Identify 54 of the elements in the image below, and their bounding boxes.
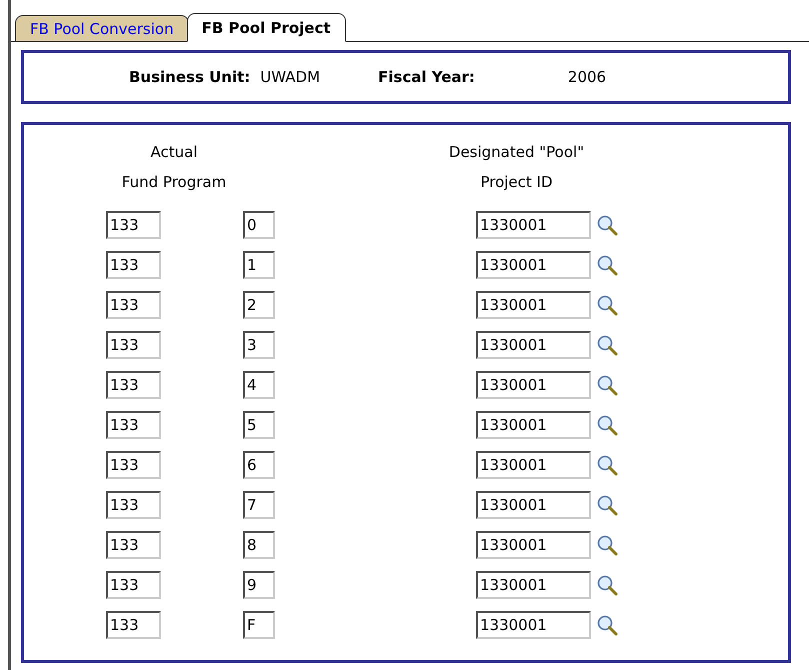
- fund-field[interactable]: 133: [106, 571, 161, 599]
- fund-field[interactable]: 133: [106, 211, 161, 239]
- column-heading: Actual: [150, 143, 198, 161]
- project-id-field[interactable]: 1330001: [476, 571, 591, 599]
- search-icon[interactable]: [595, 333, 619, 357]
- search-icon[interactable]: [595, 253, 619, 277]
- program-field[interactable]: 4: [243, 371, 275, 399]
- program-field[interactable]: 8: [243, 531, 275, 559]
- fund-field[interactable]: 133: [106, 491, 161, 519]
- fund-field[interactable]: 133: [106, 611, 161, 639]
- project-id-field[interactable]: 1330001: [476, 251, 591, 279]
- search-icon[interactable]: [595, 613, 619, 637]
- field-label: Fiscal Year:: [378, 68, 475, 86]
- fund-field[interactable]: 133: [106, 411, 161, 439]
- fund-field[interactable]: 133: [106, 531, 161, 559]
- column-heading: Project ID: [479, 173, 554, 191]
- project-id-field[interactable]: 1330001: [476, 451, 591, 479]
- project-id-field[interactable]: 1330001: [476, 291, 591, 319]
- field-value: UWADM: [260, 68, 320, 86]
- fund-field[interactable]: 133: [106, 371, 161, 399]
- fund-field[interactable]: 133: [106, 291, 161, 319]
- field-label: Business Unit:: [129, 68, 250, 86]
- program-field[interactable]: 1: [243, 251, 275, 279]
- program-field[interactable]: 3: [243, 331, 275, 359]
- search-icon[interactable]: [595, 453, 619, 477]
- program-field[interactable]: 2: [243, 291, 275, 319]
- project-id-field[interactable]: 1330001: [476, 371, 591, 399]
- fund-field[interactable]: 133: [106, 251, 161, 279]
- program-field[interactable]: 0: [243, 211, 275, 239]
- program-field[interactable]: 9: [243, 571, 275, 599]
- field-value: 2006: [568, 68, 606, 86]
- project-id-field[interactable]: 1330001: [476, 611, 591, 639]
- project-id-field[interactable]: 1330001: [476, 411, 591, 439]
- column-heading: Fund Program: [120, 173, 228, 191]
- search-icon[interactable]: [595, 213, 619, 237]
- fund-field[interactable]: 133: [106, 331, 161, 359]
- fund-field[interactable]: 133: [106, 451, 161, 479]
- program-field[interactable]: F: [243, 611, 275, 639]
- project-id-field[interactable]: 1330001: [476, 491, 591, 519]
- search-icon[interactable]: [595, 413, 619, 437]
- search-icon[interactable]: [595, 533, 619, 557]
- program-field[interactable]: 7: [243, 491, 275, 519]
- project-id-field[interactable]: 1330001: [476, 331, 591, 359]
- tab[interactable]: FB Pool Project: [186, 13, 346, 42]
- program-field[interactable]: 6: [243, 451, 275, 479]
- search-icon[interactable]: [595, 573, 619, 597]
- search-icon[interactable]: [595, 493, 619, 517]
- column-heading: Designated "Pool": [448, 143, 586, 161]
- search-icon[interactable]: [595, 373, 619, 397]
- tab[interactable]: FB Pool Conversion: [15, 15, 189, 41]
- program-field[interactable]: 5: [243, 411, 275, 439]
- project-id-field[interactable]: 1330001: [476, 531, 591, 559]
- search-icon[interactable]: [595, 293, 619, 317]
- project-id-field[interactable]: 1330001: [476, 211, 591, 239]
